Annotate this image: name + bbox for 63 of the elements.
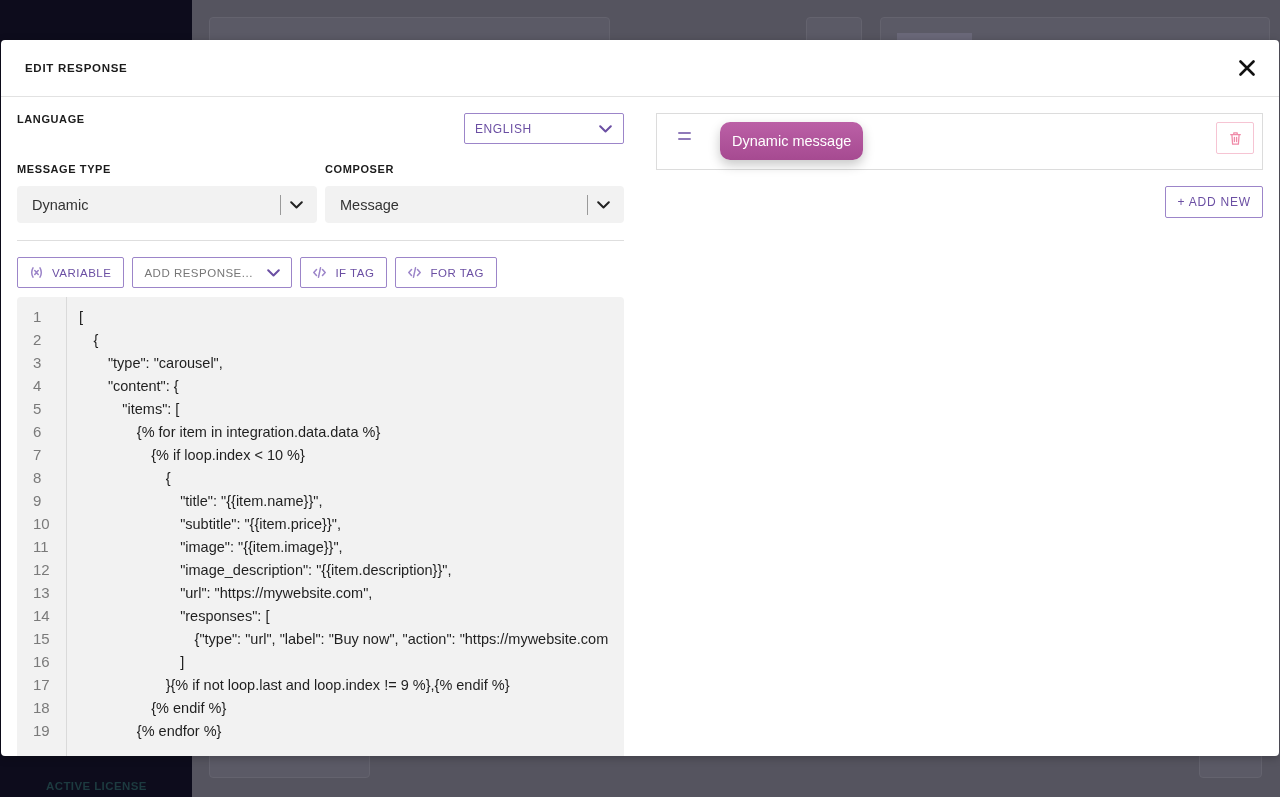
- field-label: LANGUAGE: [17, 113, 85, 126]
- chevron-down-icon: [267, 268, 281, 277]
- line-number: 6: [33, 422, 42, 442]
- variable-icon: [30, 267, 43, 278]
- line-number: 11: [33, 537, 49, 557]
- code-line: "items": [: [122, 399, 180, 418]
- chevron-down-icon: [599, 124, 612, 133]
- chevron-down-icon: [290, 200, 303, 209]
- code-line: "type": "carousel",: [107, 353, 223, 372]
- close-icon: [1239, 60, 1255, 76]
- line-number: 18: [33, 698, 50, 718]
- line-number: 13: [33, 583, 50, 603]
- insert-variable-button[interactable]: VARIABLE: [17, 257, 125, 288]
- code-line: {"type": "url", "label": "Buy now", "action": "https://mywebsite.com: [194, 629, 609, 648]
- code-line: {: [165, 468, 171, 487]
- code-line: "title": "{{item.name}}",: [180, 491, 323, 510]
- trash-icon: [1229, 131, 1241, 145]
- line-number: 8: [33, 468, 42, 488]
- line-number: 10: [33, 514, 50, 534]
- code-line: {% if loop.index < 10 %}: [151, 445, 305, 464]
- code-line: "image_description": "{{item.description}}",: [180, 560, 452, 579]
- line-number: 4: [33, 376, 42, 396]
- line-number: 14: [33, 606, 50, 626]
- line-number: 12: [33, 560, 50, 580]
- add-new-button[interactable]: + ADD NEW: [1165, 186, 1263, 218]
- tag-button[interactable]: IF TAG: [300, 257, 388, 288]
- code-line: "image": "{{item.image}}",: [180, 537, 343, 556]
- code-editor[interactable]: [17, 297, 624, 756]
- close-button[interactable]: [1239, 60, 1255, 76]
- code-line: {% for item in integration.data.data %}: [136, 422, 381, 441]
- chevron-down-icon: [597, 200, 610, 209]
- select-field[interactable]: Message: [325, 186, 624, 223]
- line-number: 3: [33, 353, 42, 373]
- code-line: }{% if not loop.last and loop.index != 9 %},{% endif %}: [165, 675, 510, 694]
- line-number: 15: [33, 629, 50, 649]
- tag-button[interactable]: FOR TAG: [395, 257, 497, 288]
- field-label: MESSAGE TYPE: [17, 163, 111, 176]
- code-line: "subtitle": "{{item.price}}",: [180, 514, 341, 533]
- field-label: COMPOSER: [325, 163, 394, 176]
- line-number: 9: [33, 491, 42, 511]
- code-line: "url": "https://mywebsite.com",: [180, 583, 373, 602]
- line-number: 16: [33, 652, 50, 672]
- code-line: "content": {: [107, 376, 179, 395]
- code-icon: [408, 267, 422, 278]
- modal-title: EDIT RESPONSE: [25, 62, 128, 74]
- line-number: 17: [33, 675, 50, 695]
- code-line: {% endif %}: [151, 698, 227, 717]
- response-chip[interactable]: Dynamic message: [720, 122, 864, 160]
- drag-handle-icon[interactable]: [678, 132, 691, 140]
- line-number: 19: [33, 721, 50, 741]
- language-dropdown[interactable]: ENGLISH: [464, 113, 624, 144]
- line-number: 7: [33, 445, 42, 465]
- code-icon: [313, 267, 327, 278]
- line-number: 2: [33, 330, 42, 350]
- code-line: {: [93, 330, 99, 349]
- code-line: {% endfor %}: [136, 721, 222, 740]
- line-number: 1: [33, 307, 42, 327]
- code-line: "responses": [: [180, 606, 270, 625]
- code-line: ]: [180, 652, 185, 671]
- code-line: [: [79, 307, 84, 326]
- select-field[interactable]: Dynamic: [17, 186, 317, 223]
- line-number: 5: [33, 399, 42, 419]
- add-response-dropdown[interactable]: ADD RESPONSE...: [132, 257, 293, 288]
